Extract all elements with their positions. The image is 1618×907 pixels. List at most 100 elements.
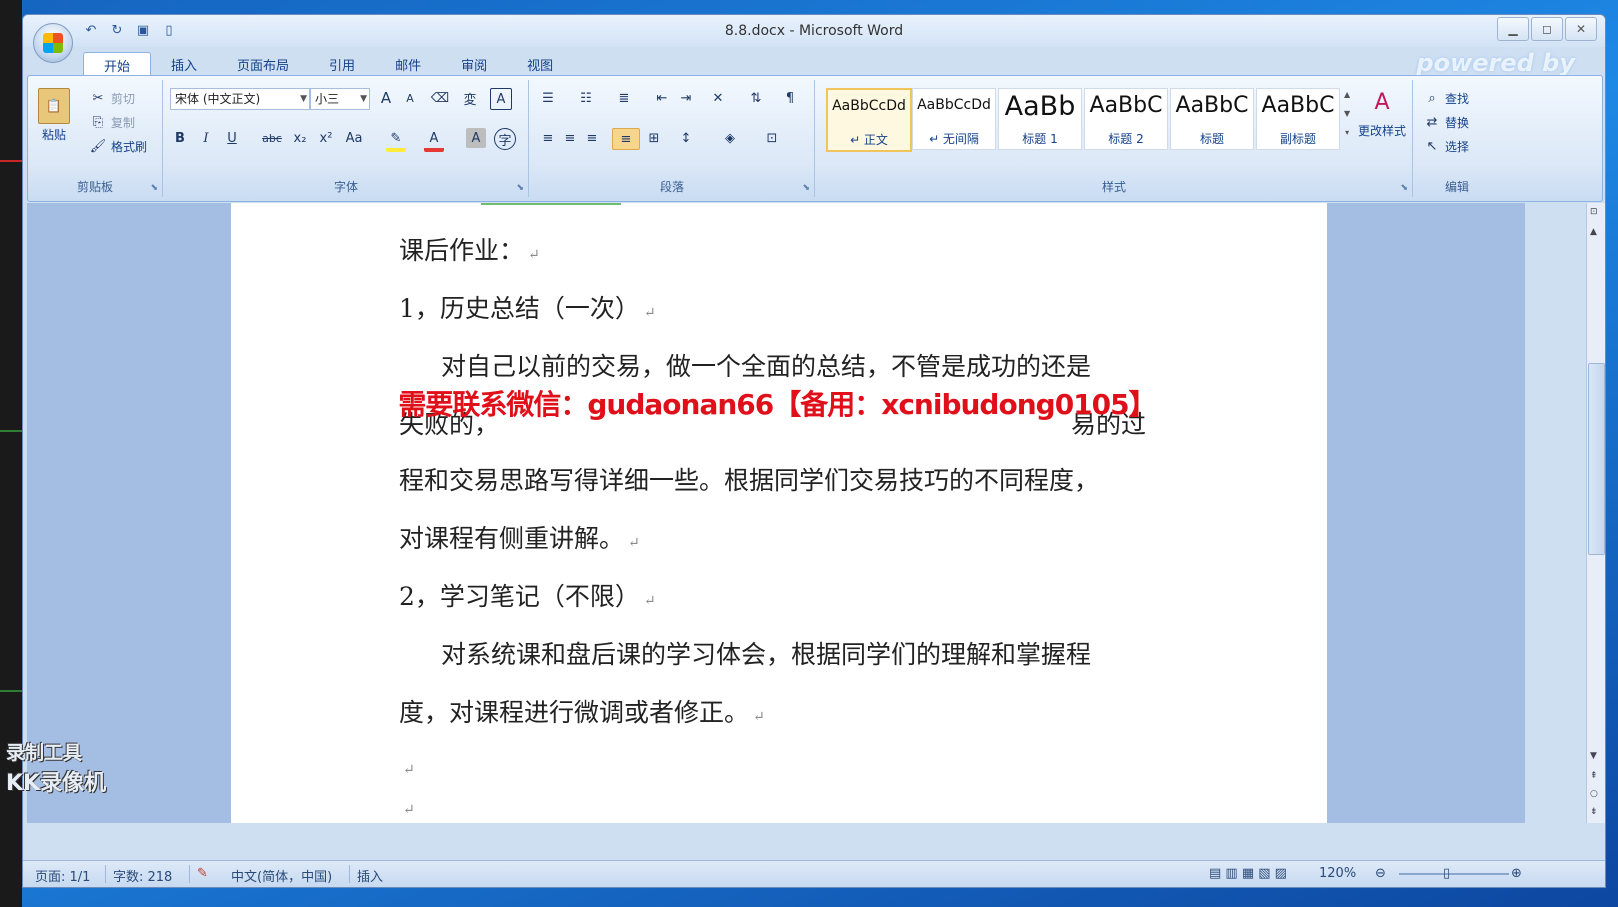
office-logo-icon [43, 33, 63, 53]
char-border-button[interactable]: A [490, 88, 512, 110]
doc-line[interactable]: 2，学习笔记（不限） ↵ [399, 577, 656, 613]
doc-line[interactable]: 对系统课和盘后课的学习体会，根据同学们的理解和掌握程 [441, 635, 1091, 671]
tab-insert[interactable]: 插入 [151, 52, 217, 76]
zoom-slider[interactable] [1399, 873, 1509, 875]
line-spacing-button[interactable]: ↕ [676, 128, 696, 148]
font-name-select[interactable]: 宋体 (中文正文) ▼ [170, 88, 310, 110]
underline-button[interactable]: U [222, 128, 242, 148]
style-heading-2[interactable]: AaBbC 标题 2 [1084, 88, 1168, 150]
grow-font-button[interactable]: A [376, 88, 396, 108]
dialog-launcher-icon[interactable]: ⬊ [516, 183, 524, 193]
zoom-in-icon[interactable]: ⊕ [1511, 866, 1522, 881]
chinese-layout-button[interactable]: ✕ [708, 88, 728, 108]
italic-button[interactable]: I [196, 128, 216, 148]
show-marks-button[interactable]: ¶ [780, 88, 800, 108]
browse-object-icon[interactable]: ○ [1590, 789, 1598, 799]
select-button[interactable]: ↖ 选择 [1422, 136, 1469, 156]
align-right-button[interactable]: ≡ [582, 128, 602, 148]
doc-line[interactable]: 1，历史总结（一次） ↵ [399, 289, 656, 325]
dialog-launcher-icon[interactable]: ⬊ [1400, 183, 1408, 193]
close-button[interactable]: ✕ [1565, 17, 1597, 41]
copy-button[interactable]: ⎘ 复制 [88, 112, 135, 132]
dialog-launcher-icon[interactable]: ⬊ [150, 183, 158, 193]
tab-page-layout[interactable]: 页面布局 [217, 52, 309, 76]
page-count[interactable]: 页面: 1/1 [35, 866, 90, 885]
shrink-font-button[interactable]: A [400, 88, 420, 108]
document-area[interactable]: 课后作业： ↵ 1，历史总结（一次） ↵ 对自己以前的交易，做一个全面的总结，不管是… [27, 203, 1525, 823]
language-indicator[interactable]: 中文(简体，中国) [231, 866, 332, 885]
change-styles-label: 更改样式 [1358, 124, 1407, 138]
maximize-button[interactable]: ◻ [1531, 17, 1563, 41]
superscript-button[interactable]: x² [316, 128, 336, 148]
highlight-button[interactable]: ✎ [386, 128, 406, 152]
enclose-char-button[interactable]: 字 [494, 128, 516, 150]
align-center-button[interactable]: ≡ [560, 128, 580, 148]
change-case-button[interactable]: Aa [344, 128, 364, 148]
word-count[interactable]: 字数: 218 [113, 866, 172, 885]
doc-line[interactable]: 对课程有侧重讲解。 ↵ [399, 519, 640, 555]
bold-button[interactable]: B [170, 128, 190, 148]
bullets-button[interactable]: ☰ [538, 88, 558, 108]
numbering-button[interactable]: ☷ [576, 88, 596, 108]
multilevel-list-button[interactable]: ≣ [614, 88, 634, 108]
font-size-select[interactable]: 小三 ▼ [310, 88, 370, 110]
office-button[interactable] [33, 23, 73, 63]
align-left-button[interactable]: ≡ [538, 128, 558, 148]
tab-view[interactable]: 视图 [507, 52, 573, 76]
zoom-level[interactable]: 120% [1319, 866, 1356, 881]
borders-button[interactable]: ⊡ [762, 128, 782, 148]
style-title[interactable]: AaBbC 标题 [1170, 88, 1254, 150]
justify-button[interactable]: ≡ [612, 128, 640, 150]
doc-line[interactable]: 对自己以前的交易，做一个全面的总结，不管是成功的还是 [441, 347, 1091, 383]
increase-indent-button[interactable]: ⇥ [676, 88, 696, 108]
subscript-button[interactable]: x₂ [290, 128, 310, 148]
sort-button[interactable]: ⇅ [746, 88, 766, 108]
doc-line[interactable]: 度，对课程进行微调或者修正。 ↵ [399, 693, 765, 729]
replace-button[interactable]: ⇄ 替换 [1422, 112, 1469, 132]
insert-mode[interactable]: 插入 [357, 866, 383, 885]
clear-format-button[interactable]: ⌫ [430, 88, 450, 108]
ruler-toggle-icon[interactable]: ⊡ [1590, 207, 1598, 217]
previous-page-icon[interactable]: ⇞ [1590, 771, 1598, 781]
tab-review[interactable]: 审阅 [441, 52, 507, 76]
document-page[interactable]: 课后作业： ↵ 1，历史总结（一次） ↵ 对自己以前的交易，做一个全面的总结，不管是… [231, 203, 1327, 823]
char-shading-button[interactable]: A [466, 128, 486, 148]
style-no-spacing[interactable]: AaBbCcDd ↵ 无间隔 [912, 88, 996, 150]
view-buttons[interactable]: ▤ ▥ ▦ ▧ ▨ [1209, 866, 1287, 881]
dialog-launcher-icon[interactable]: ⬊ [802, 183, 810, 193]
scroll-thumb[interactable] [1588, 363, 1605, 555]
doc-line[interactable]: 课后作业： ↵ [399, 231, 540, 267]
tab-home[interactable]: 开始 [83, 52, 152, 76]
proofing-icon[interactable]: ✎ [197, 866, 208, 881]
style-heading-1[interactable]: AaBb 标题 1 [998, 88, 1082, 150]
phonetic-guide-button[interactable]: 変 [460, 88, 480, 108]
zoom-slider-thumb[interactable]: ▯ [1443, 866, 1450, 881]
zoom-out-icon[interactable]: ⊖ [1375, 866, 1386, 881]
empty-line[interactable]: ↵ [399, 751, 415, 780]
tab-mailings[interactable]: 邮件 [375, 52, 441, 76]
decrease-indent-button[interactable]: ⇤ [652, 88, 672, 108]
next-page-icon[interactable]: ⇟ [1590, 807, 1598, 817]
font-color-button[interactable]: A [424, 128, 444, 152]
underline-icon: U [227, 130, 237, 146]
scroll-down-arrow[interactable]: ▼ [1590, 751, 1597, 761]
font-group-label: 字体 [333, 180, 358, 194]
style-subtitle[interactable]: AaBbC 副标题 [1256, 88, 1340, 150]
style-normal[interactable]: AaBbCcDd ↵ 正文 [826, 88, 912, 152]
tab-references[interactable]: 引用 [309, 52, 375, 76]
styles-scroll[interactable]: ▲ ▼ ▾ [1344, 90, 1350, 137]
change-styles-button[interactable]: A 更改样式 [1358, 86, 1406, 139]
format-painter-button[interactable]: 🖌 格式刷 [88, 136, 147, 156]
find-button[interactable]: ⌕ 查找 [1422, 88, 1469, 108]
doc-line[interactable]: 程和交易思路写得详细一些。根据同学们交易技巧的不同程度， [399, 461, 1099, 497]
empty-line[interactable]: ↵ [399, 791, 415, 820]
cut-button[interactable]: ✂ 剪切 [88, 88, 135, 108]
scroll-up-arrow[interactable]: ▲ [1590, 227, 1597, 237]
paste-button[interactable]: 📋 粘贴 [38, 88, 70, 143]
strikethrough-button[interactable]: abc [258, 128, 286, 148]
shading-button[interactable]: ◈ [720, 128, 740, 148]
vertical-scrollbar[interactable]: ⊡ ▲ ▼ ⇞ ○ ⇟ [1586, 203, 1605, 823]
distributed-button[interactable]: ⊞ [644, 128, 664, 148]
bold-icon: B [175, 130, 185, 146]
minimize-button[interactable]: ▁ [1497, 17, 1529, 41]
